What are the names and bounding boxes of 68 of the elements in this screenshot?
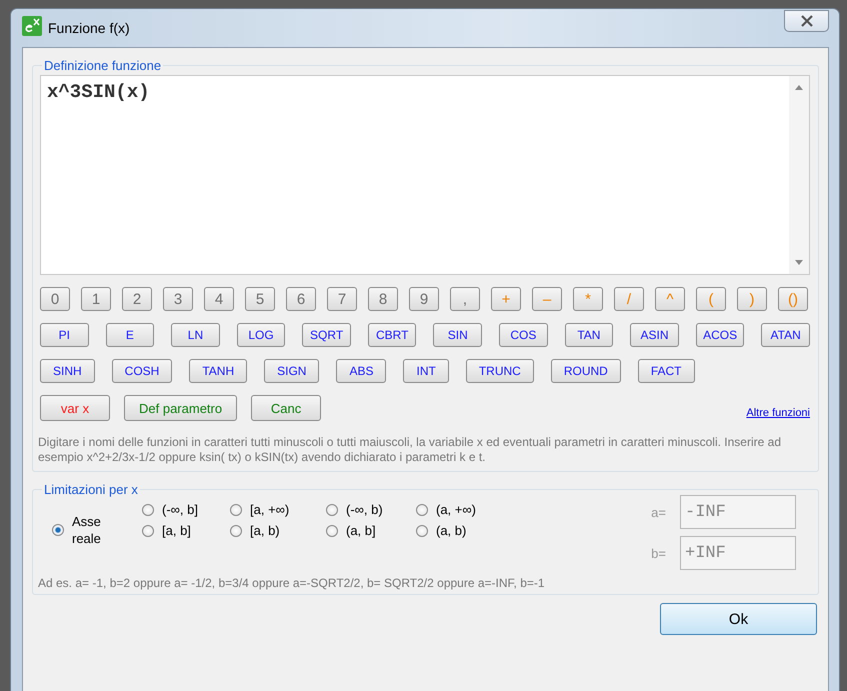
key-button[interactable]: 7 xyxy=(327,287,357,311)
field-label: b= xyxy=(651,546,666,560)
close-button[interactable] xyxy=(784,10,829,32)
key-button[interactable]: COSH xyxy=(112,359,172,383)
radio-label: [a, b] xyxy=(162,523,191,538)
key-button[interactable]: E xyxy=(106,323,154,347)
radio-label: [a, +∞) xyxy=(250,502,290,517)
key-button[interactable]: TRUNC xyxy=(466,359,534,383)
key-button[interactable]: COS xyxy=(499,323,548,347)
close-icon xyxy=(800,15,814,27)
key-button[interactable]: 8 xyxy=(368,287,398,311)
key-button[interactable]: TANH xyxy=(189,359,248,383)
window-title: Funzione f(x) xyxy=(48,20,130,36)
ok-button[interactable]: Ok xyxy=(660,603,817,635)
radio-label: (a, b) xyxy=(436,523,466,538)
radio-button[interactable] xyxy=(52,524,64,536)
more-functions-link[interactable]: Altre funzioni xyxy=(746,407,810,419)
radio-button[interactable] xyxy=(416,524,428,536)
key-button[interactable]: SINH xyxy=(40,359,95,383)
key-button[interactable]: ASIN xyxy=(630,323,679,347)
key-button[interactable]: Def parametro xyxy=(124,395,238,421)
key-button[interactable]: 0 xyxy=(40,287,70,311)
key-button[interactable]: LOG xyxy=(236,323,286,347)
radio-button[interactable] xyxy=(326,524,338,536)
example-text: Ad es. a= -1, b=2 oppure a= -1/2, b=3/4 oppure a=-SQRT2/2, b= SQRT2/2 oppure a=-INF, b=-1 xyxy=(38,576,546,590)
field-label: a= xyxy=(651,504,666,520)
key-button[interactable]: Canc xyxy=(251,395,322,421)
expression-text: x^3SIN(x) xyxy=(46,80,151,105)
scrollbar[interactable] xyxy=(789,76,809,274)
key-button[interactable]: 2 xyxy=(122,287,152,311)
key-button[interactable]: SQRT xyxy=(302,323,351,347)
radio-button[interactable] xyxy=(416,504,428,516)
expression-field[interactable]: x^3SIN(x) xyxy=(40,75,810,275)
radio-label: (a, b] xyxy=(346,523,376,538)
key-button[interactable]: TAN xyxy=(564,323,614,347)
key-button[interactable]: SIGN xyxy=(264,359,320,383)
radio-label: [a, b) xyxy=(250,523,280,538)
radio-label: (-∞, b) xyxy=(346,502,383,517)
key-button[interactable]: PI xyxy=(40,323,89,347)
scroll-down-icon xyxy=(795,260,803,266)
key-button[interactable]: 5 xyxy=(245,287,275,311)
radio-button[interactable] xyxy=(142,524,154,536)
key-button[interactable]: , xyxy=(450,287,480,311)
key-button[interactable]: CBRT xyxy=(368,323,416,347)
key-button[interactable]: 3 xyxy=(163,287,193,311)
key-button[interactable]: SIN xyxy=(433,323,482,347)
key-button[interactable]: 1 xyxy=(81,287,111,311)
group-legend: Definizione funzione xyxy=(42,58,164,73)
key-button[interactable]: 6 xyxy=(286,287,316,311)
radio-button[interactable] xyxy=(230,524,242,536)
key-button[interactable]: FACT xyxy=(638,359,694,383)
key-button[interactable]: ATAN xyxy=(761,323,810,347)
radio-button[interactable] xyxy=(326,504,338,516)
key-button[interactable]: 9 xyxy=(409,287,439,311)
radio-label: (a, +∞) xyxy=(436,502,476,517)
help-text: Digitare i nomi delle funzioni in caratteri tutti minuscoli o tutti maiuscoli, la variabile x ed eventuali parametri in caratteri minuscoli. Inserire ad esempio x^2+2/3x-1/2 oppure ksin( tx) o kSIN(tx) avendo dichiarato i parametri k e t. xyxy=(38,435,782,465)
key-button[interactable]: ROUND xyxy=(550,359,621,383)
group-legend: Limitazioni per x xyxy=(42,482,140,497)
radio-button[interactable] xyxy=(142,504,154,516)
radio-label: (-∞, b] xyxy=(162,502,198,517)
key-button[interactable]: ACOS xyxy=(696,323,744,347)
key-button[interactable]: ABS xyxy=(336,359,386,383)
scroll-up-icon xyxy=(795,84,803,90)
radio-label: Asse reale xyxy=(72,513,102,547)
key-button[interactable]: 4 xyxy=(204,287,234,311)
key-button[interactable]: INT xyxy=(403,359,449,383)
radio-button[interactable] xyxy=(230,504,242,516)
key-button[interactable]: LN xyxy=(171,323,220,347)
